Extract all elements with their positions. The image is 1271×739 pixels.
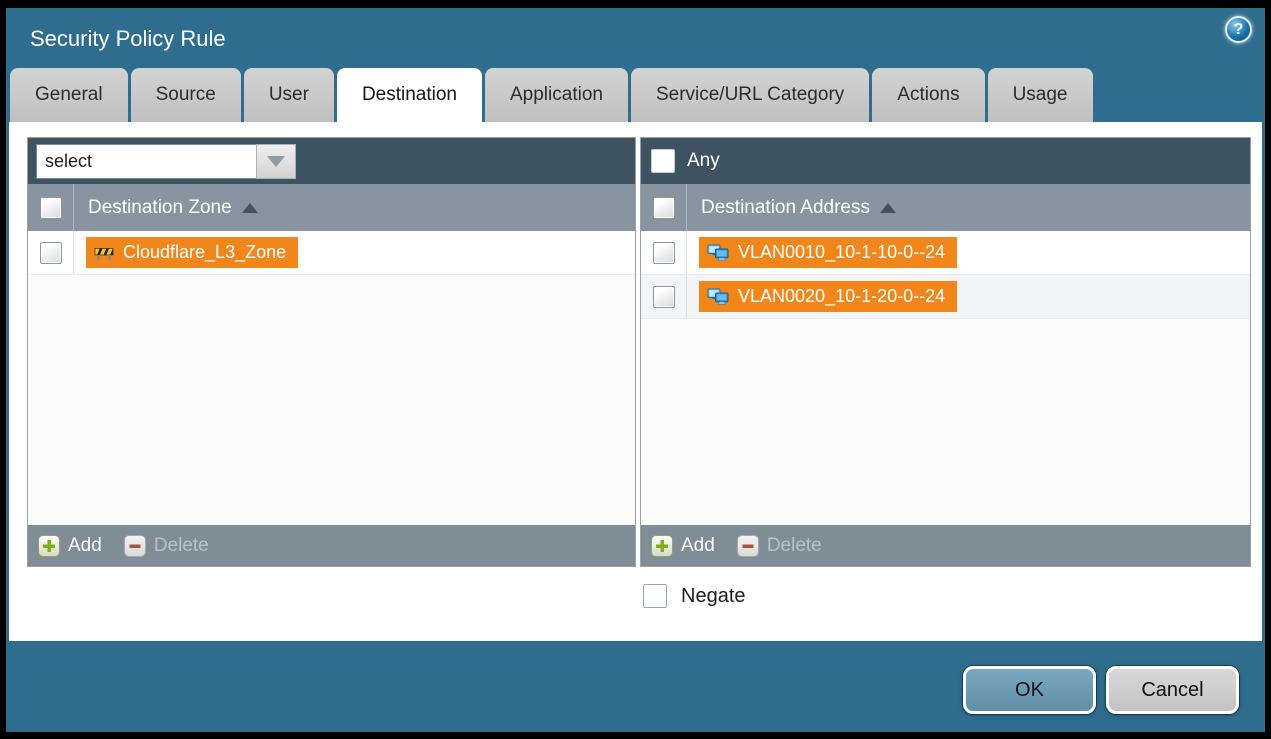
help-icon[interactable]: ?: [1225, 16, 1252, 43]
dialog-title: Security Policy Rule: [30, 26, 226, 52]
zone-add-label: Add: [68, 535, 102, 557]
zone-select-all-checkbox[interactable]: [40, 197, 62, 219]
zone-column-header: Destination Zone: [28, 184, 635, 231]
address-item[interactable]: VLAN0020_10-1-20-0--24: [699, 281, 957, 312]
address-list: VLAN0010_10-1-10-0--24: [641, 231, 1250, 525]
zone-select: [36, 144, 296, 179]
zone-footer: Add Delete: [28, 525, 635, 566]
zone-select-dropdown-button[interactable]: [256, 144, 296, 179]
tab-bar: General Source User Destination Applicat…: [10, 68, 1261, 122]
zone-select-input[interactable]: [36, 144, 256, 179]
address-column-sort[interactable]: Destination Address: [701, 197, 896, 219]
ok-button[interactable]: OK: [963, 666, 1096, 714]
address-delete-label: Delete: [767, 535, 822, 557]
table-row: Cloudflare_L3_Zone: [28, 231, 635, 275]
zone-row-checkbox[interactable]: [40, 242, 62, 264]
network-icon: [707, 288, 729, 306]
delete-minus-icon: [124, 535, 146, 557]
add-plus-icon: [651, 535, 673, 557]
address-row-checkbox[interactable]: [653, 286, 675, 308]
address-footer: Add Delete: [641, 525, 1250, 566]
zone-toolbar: [28, 138, 635, 184]
zone-item-label: Cloudflare_L3_Zone: [123, 242, 286, 263]
zone-item[interactable]: Cloudflare_L3_Zone: [86, 237, 298, 268]
destination-address-panel: Any Destination Address: [640, 137, 1251, 567]
title-bar: Security Policy Rule ?: [6, 8, 1265, 68]
address-row-checkbox[interactable]: [653, 242, 675, 264]
tab-actions[interactable]: Actions: [872, 68, 984, 122]
address-toolbar: Any: [641, 138, 1250, 184]
destination-zone-panel: Destination Zone: [27, 137, 636, 567]
zone-icon: [94, 245, 114, 261]
address-add-button[interactable]: Add: [651, 535, 715, 557]
cancel-button[interactable]: Cancel: [1106, 666, 1239, 714]
address-item-label: VLAN0010_10-1-10-0--24: [738, 242, 945, 263]
tab-application[interactable]: Application: [485, 68, 628, 122]
address-add-label: Add: [681, 535, 715, 557]
negate-option: Negate: [643, 584, 746, 608]
zone-delete-button[interactable]: Delete: [124, 535, 209, 557]
tab-destination[interactable]: Destination: [337, 68, 482, 122]
zone-add-button[interactable]: Add: [38, 535, 102, 557]
table-row: VLAN0020_10-1-20-0--24: [641, 275, 1250, 319]
address-column-header: Destination Address: [641, 184, 1250, 231]
zone-column-title: Destination Zone: [88, 197, 232, 219]
sort-ascending-icon: [242, 203, 258, 213]
address-item-label: VLAN0020_10-1-20-0--24: [738, 286, 945, 307]
destination-tab-content: Destination Zone: [9, 122, 1262, 641]
add-plus-icon: [38, 535, 60, 557]
sort-ascending-icon: [880, 203, 896, 213]
tab-service-url-category[interactable]: Service/URL Category: [631, 68, 869, 122]
address-select-all-checkbox[interactable]: [653, 197, 675, 219]
chevron-down-icon: [267, 156, 285, 167]
security-policy-rule-dialog: Security Policy Rule ? General Source Us…: [6, 8, 1265, 732]
any-checkbox[interactable]: [651, 149, 675, 173]
zone-list: Cloudflare_L3_Zone: [28, 231, 635, 525]
address-item[interactable]: VLAN0010_10-1-10-0--24: [699, 237, 957, 268]
tab-source[interactable]: Source: [131, 68, 241, 122]
any-label: Any: [687, 150, 720, 172]
address-column-title: Destination Address: [701, 197, 870, 219]
tab-general[interactable]: General: [10, 68, 128, 122]
tab-usage[interactable]: Usage: [988, 68, 1093, 122]
network-icon: [707, 244, 729, 262]
negate-label: Negate: [681, 585, 746, 608]
delete-minus-icon: [737, 535, 759, 557]
zone-delete-label: Delete: [154, 535, 209, 557]
negate-checkbox[interactable]: [643, 584, 667, 608]
address-delete-button[interactable]: Delete: [737, 535, 822, 557]
table-row: VLAN0010_10-1-10-0--24: [641, 231, 1250, 275]
tab-user[interactable]: User: [244, 68, 334, 122]
zone-column-sort[interactable]: Destination Zone: [88, 197, 258, 219]
